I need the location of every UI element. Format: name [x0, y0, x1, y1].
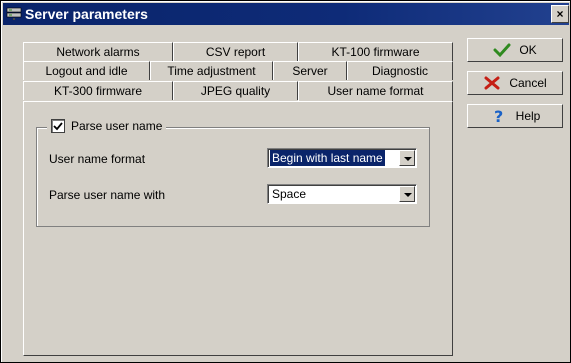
tab-logout-and-idle[interactable]: Logout and idle [23, 61, 150, 80]
tab-user-name-format[interactable]: User name format [298, 81, 453, 101]
tab-server[interactable]: Server [273, 61, 347, 80]
window-title: Server parameters [25, 6, 148, 22]
tab-kt300-firmware[interactable]: KT-300 firmware [23, 81, 173, 100]
tab-network-alarms[interactable]: Network alarms [23, 42, 173, 61]
tab-time-adjustment[interactable]: Time adjustment [150, 61, 273, 80]
parse-user-name-label: Parse user name [71, 119, 163, 133]
cancel-button[interactable]: Cancel [467, 71, 563, 95]
app-icon [6, 6, 22, 22]
parse-user-name-with-value: Space [272, 187, 307, 201]
server-parameters-window: Server parameters × Network alarms CSV r… [0, 0, 571, 363]
checkmark-icon [53, 122, 63, 131]
parse-user-name-with-label: Parse user name with [49, 188, 166, 202]
help-label: Help [515, 109, 541, 123]
question-icon: ? [490, 107, 508, 126]
tab-jpeg-quality[interactable]: JPEG quality [173, 81, 298, 100]
chevron-down-icon[interactable] [399, 150, 415, 166]
tab-diagnostic[interactable]: Diagnostic [347, 61, 453, 80]
parse-user-name-legend: Parse user name [47, 119, 167, 133]
close-button[interactable]: × [551, 5, 569, 23]
parse-user-name-with-select[interactable]: Space [267, 184, 417, 204]
tab-kt100-firmware[interactable]: KT-100 firmware [298, 42, 453, 61]
parse-user-name-checkbox[interactable] [51, 119, 65, 133]
parse-user-name-group: Parse user name User name format Begin w… [36, 119, 430, 227]
user-name-format-label: User name format [49, 152, 146, 166]
tab-panel-user-name-format: Parse user name User name format Begin w… [23, 101, 453, 356]
help-button[interactable]: ? Help [467, 104, 563, 128]
svg-text:?: ? [494, 108, 503, 124]
ok-label: OK [519, 43, 537, 57]
check-icon [493, 42, 511, 58]
user-name-format-value: Begin with last name [270, 150, 385, 166]
x-icon [483, 75, 501, 91]
tab-csv-report[interactable]: CSV report [173, 42, 298, 61]
ok-button[interactable]: OK [467, 38, 563, 62]
title-bar[interactable]: Server parameters × [3, 3, 569, 25]
cancel-label: Cancel [509, 76, 547, 90]
chevron-down-icon[interactable] [399, 186, 415, 202]
user-name-format-select[interactable]: Begin with last name [267, 148, 417, 168]
